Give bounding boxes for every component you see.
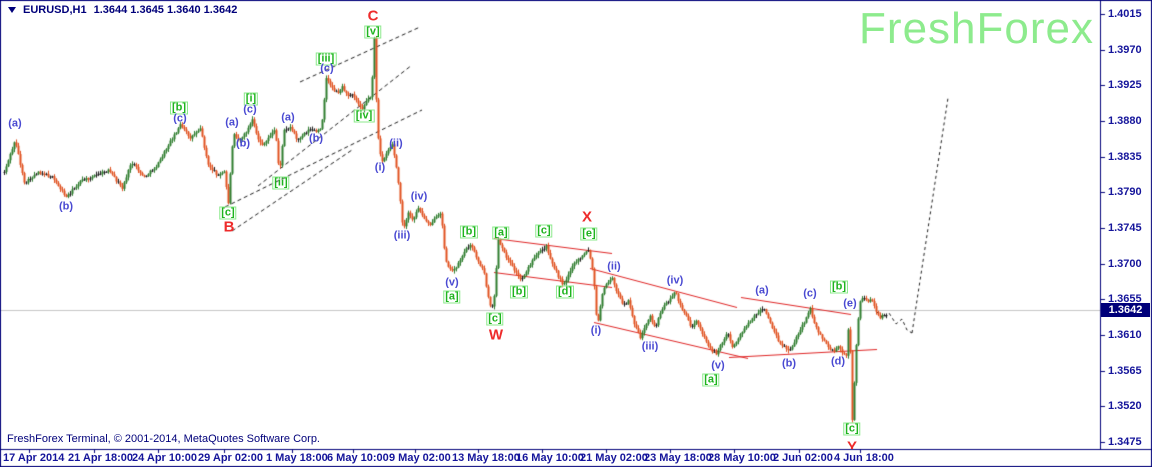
time-axis-label: 28 May 10:00 bbox=[708, 452, 776, 464]
time-axis-label: 17 Apr 2014 bbox=[3, 452, 65, 464]
chevron-down-icon[interactable] bbox=[8, 7, 16, 13]
price-axis-label: 1.3565 bbox=[1108, 364, 1142, 377]
candlestick-chart-canvas[interactable] bbox=[0, 0, 1152, 467]
current-price-tag: 1.3642 bbox=[1101, 302, 1150, 317]
symbol-title: EURUSD,H1 bbox=[23, 4, 87, 16]
price-axis-label: 1.3520 bbox=[1108, 400, 1142, 413]
price-axis-label: 1.4015 bbox=[1108, 8, 1142, 20]
time-axis-label: 24 Apr 10:00 bbox=[132, 452, 198, 464]
time-axis-label: 6 May 10:00 bbox=[327, 452, 389, 464]
price-axis-label: 1.3835 bbox=[1108, 150, 1142, 163]
quote-ohlc: 1.3644 1.3645 1.3640 1.3642 bbox=[93, 4, 238, 16]
price-axis-label: 1.3610 bbox=[1108, 329, 1142, 341]
time-axis-label: 13 May 18:00 bbox=[452, 452, 520, 464]
price-axis[interactable]: 1.4015 1.3970 1.3925 1.3880 1.3835 1.3790 1.37… bbox=[1100, 0, 1152, 449]
time-axis-label: 21 Apr 18:00 bbox=[68, 452, 134, 464]
time-axis-label: 2 Jun 02:00 bbox=[773, 452, 833, 464]
price-axis-label: 1.3700 bbox=[1108, 257, 1142, 270]
price-axis-label: 1.3880 bbox=[1108, 115, 1142, 127]
time-axis-label: 1 May 18:00 bbox=[266, 452, 328, 464]
mt4-chart-window: FreshForex (a)(b)[b](c)[c]B(a)(b)[i](c)[… bbox=[0, 0, 1152, 467]
price-axis-label: 1.3745 bbox=[1108, 222, 1142, 234]
time-axis[interactable]: 17 Apr 2014 21 Apr 18:00 24 Apr 10:00 29 Ap… bbox=[0, 451, 1152, 467]
price-axis-label: 1.3475 bbox=[1108, 436, 1142, 448]
price-axis-label: 1.3925 bbox=[1108, 79, 1142, 92]
copyright-text: FreshForex Terminal, © 2001-2014, MetaQu… bbox=[7, 433, 320, 445]
time-axis-label: 29 Apr 02:00 bbox=[198, 452, 264, 464]
price-axis-label: 1.3970 bbox=[1108, 43, 1142, 56]
time-axis-label: 9 May 02:00 bbox=[389, 452, 451, 464]
symbol-quote-line: EURUSD,H1 1.3644 1.3645 1.3640 1.3642 bbox=[8, 4, 237, 16]
time-axis-label: 16 May 10:00 bbox=[516, 452, 584, 464]
time-axis-label: 21 May 02:00 bbox=[580, 452, 648, 464]
time-axis-label: 4 Jun 18:00 bbox=[834, 452, 894, 464]
time-axis-label: 23 May 18:00 bbox=[644, 452, 712, 464]
price-axis-label: 1.3790 bbox=[1108, 186, 1142, 199]
